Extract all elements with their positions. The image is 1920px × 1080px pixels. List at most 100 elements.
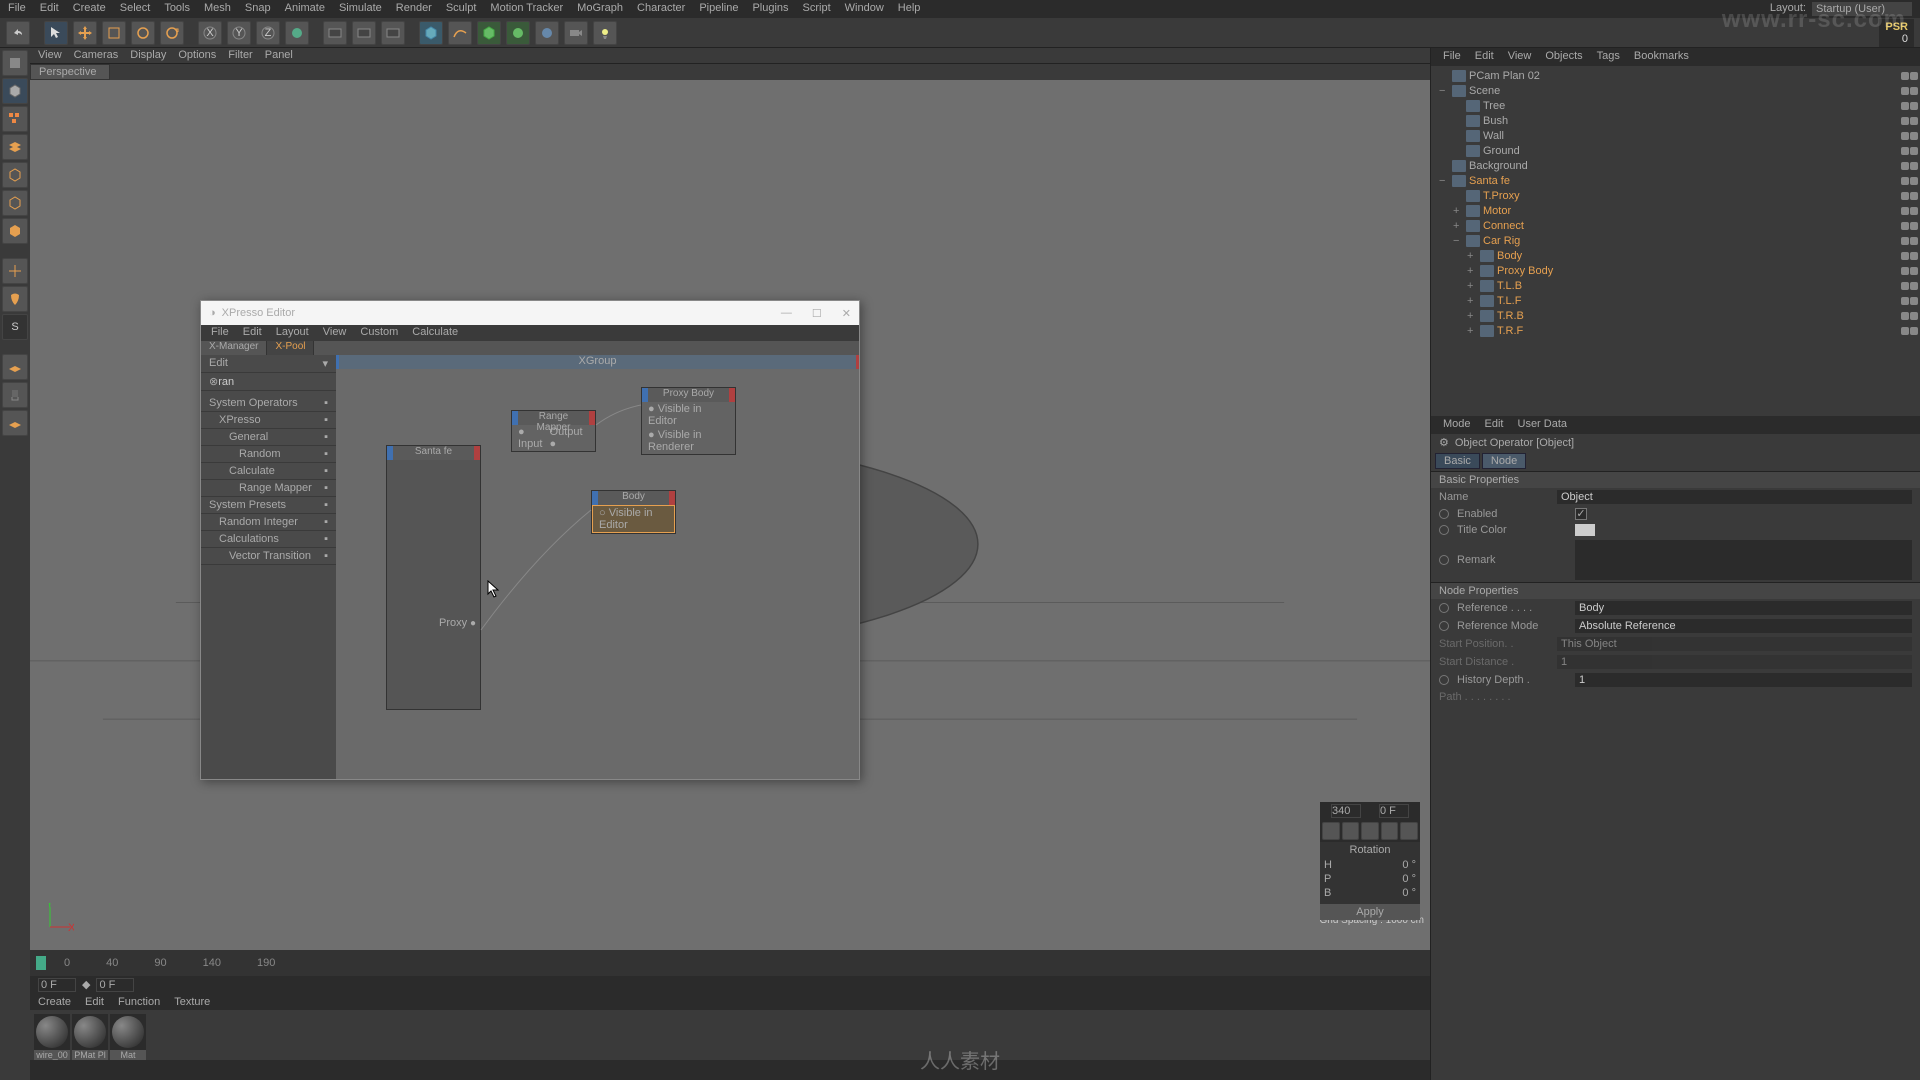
vp-cameras[interactable]: Cameras: [74, 49, 119, 62]
xpool-item[interactable]: Random Integer▪: [201, 514, 336, 531]
tree-row[interactable]: + T.L.F: [1433, 293, 1918, 308]
xp-calculate[interactable]: Calculate: [412, 326, 458, 340]
tree-row[interactable]: PCam Plan 02: [1433, 68, 1918, 83]
xpool-item[interactable]: General▪: [201, 429, 336, 446]
port-vis-editor-body[interactable]: ○ Visible in Editor: [599, 507, 668, 531]
spline-tool[interactable]: [448, 21, 472, 45]
tree-row[interactable]: +Connect: [1433, 218, 1918, 233]
deformer[interactable]: [506, 21, 530, 45]
om-view[interactable]: View: [1508, 50, 1532, 64]
planar-workplane[interactable]: [2, 382, 28, 408]
vis-dot[interactable]: [1910, 102, 1918, 110]
port-proxy[interactable]: Proxy ●: [439, 617, 476, 629]
tree-row[interactable]: +T.R.B: [1433, 308, 1918, 323]
xpool-item[interactable]: Calculate▪: [201, 463, 336, 480]
object-name[interactable]: Wall: [1483, 130, 1898, 142]
menu-snap[interactable]: Snap: [245, 2, 271, 16]
prop-radio[interactable]: [1439, 603, 1449, 613]
vis-dot[interactable]: [1910, 237, 1918, 245]
tree-row[interactable]: Wall: [1433, 128, 1918, 143]
menu-motiontracker[interactable]: Motion Tracker: [490, 2, 563, 16]
xpool-item[interactable]: Vector Transition▪: [201, 548, 336, 565]
remark-field[interactable]: [1575, 540, 1912, 580]
attr-userdata[interactable]: User Data: [1518, 418, 1568, 432]
viewport-tab[interactable]: Perspective: [30, 64, 110, 80]
tree-row[interactable]: −Santa fe: [1433, 173, 1918, 188]
expand-icon[interactable]: +: [1467, 295, 1477, 307]
edge-mode[interactable]: [2, 190, 28, 216]
dialog-titlebar[interactable]: ◑ XPresso Editor — ☐ ✕: [201, 301, 859, 325]
workplane-mode[interactable]: [2, 134, 28, 160]
vis-dot[interactable]: [1910, 222, 1918, 230]
snap-toggle[interactable]: S: [2, 314, 28, 340]
xpool-item[interactable]: System Presets▪: [201, 497, 336, 514]
playhead-icon[interactable]: [36, 956, 46, 970]
prop-radio[interactable]: [1439, 555, 1449, 565]
node-rangemapper[interactable]: Range Mapper ● InputOutput ●: [511, 410, 596, 452]
menu-script[interactable]: Script: [803, 2, 831, 16]
x-axis-lock[interactable]: X: [198, 21, 222, 45]
vis-dot[interactable]: [1901, 117, 1909, 125]
menu-edit[interactable]: Edit: [40, 2, 59, 16]
menu-animate[interactable]: Animate: [285, 2, 325, 16]
expand-icon[interactable]: −: [1439, 175, 1449, 187]
frame-current[interactable]: [38, 978, 76, 992]
xp-view[interactable]: View: [323, 326, 347, 340]
locked-workplane[interactable]: [2, 354, 28, 380]
object-name[interactable]: T.R.B: [1497, 310, 1898, 322]
object-name[interactable]: T.L.F: [1497, 295, 1898, 307]
render-settings[interactable]: [381, 21, 405, 45]
z-axis-lock[interactable]: Z: [256, 21, 280, 45]
tree-row[interactable]: +Proxy Body: [1433, 263, 1918, 278]
vis-dot[interactable]: [1901, 207, 1909, 215]
render-view[interactable]: [323, 21, 347, 45]
vis-dot[interactable]: [1910, 267, 1918, 275]
frame-end[interactable]: [1331, 804, 1361, 818]
object-name[interactable]: T.R.F: [1497, 325, 1898, 337]
make-editable[interactable]: [2, 50, 28, 76]
om-bookmarks[interactable]: Bookmarks: [1634, 50, 1689, 64]
rot-b-value[interactable]: 0 °: [1402, 887, 1416, 899]
xpool-item[interactable]: XPresso▪: [201, 412, 336, 429]
vis-dot[interactable]: [1901, 192, 1909, 200]
vis-dot[interactable]: [1910, 282, 1918, 290]
tab-basic[interactable]: Basic: [1435, 453, 1480, 469]
om-edit[interactable]: Edit: [1475, 50, 1494, 64]
om-objects[interactable]: Objects: [1545, 50, 1582, 64]
mat-edit[interactable]: Edit: [85, 996, 104, 1008]
om-tags[interactable]: Tags: [1597, 50, 1620, 64]
prop-radio[interactable]: [1439, 675, 1449, 685]
enabled-checkbox[interactable]: ✓: [1575, 508, 1587, 520]
vis-dot[interactable]: [1910, 327, 1918, 335]
vis-dot[interactable]: [1910, 117, 1918, 125]
attr-edit[interactable]: Edit: [1485, 418, 1504, 432]
axis-toggle[interactable]: [2, 258, 28, 284]
xpool-item[interactable]: Random▪: [201, 446, 336, 463]
y-axis-lock[interactable]: Y: [227, 21, 251, 45]
scale-tool[interactable]: [102, 21, 126, 45]
rot-h-value[interactable]: 0 °: [1402, 859, 1416, 871]
tree-row[interactable]: −Scene: [1433, 83, 1918, 98]
vis-dot[interactable]: [1901, 282, 1909, 290]
mat-texture[interactable]: Texture: [174, 996, 210, 1008]
coord-system[interactable]: [285, 21, 309, 45]
vis-dot[interactable]: [1901, 87, 1909, 95]
close-icon[interactable]: ✕: [842, 307, 851, 320]
vis-dot[interactable]: [1910, 297, 1918, 305]
tree-row[interactable]: +Body: [1433, 248, 1918, 263]
tree-row[interactable]: T.Proxy: [1433, 188, 1918, 203]
vis-dot[interactable]: [1910, 72, 1918, 80]
menu-file[interactable]: File: [8, 2, 26, 16]
menu-plugins[interactable]: Plugins: [752, 2, 788, 16]
vp-display[interactable]: Display: [130, 49, 166, 62]
object-name[interactable]: T.L.B: [1497, 280, 1898, 292]
vis-dot[interactable]: [1910, 207, 1918, 215]
menu-select[interactable]: Select: [120, 2, 151, 16]
menu-pipeline[interactable]: Pipeline: [699, 2, 738, 16]
tab-node[interactable]: Node: [1482, 453, 1526, 469]
rotate-tool[interactable]: [131, 21, 155, 45]
object-name[interactable]: Connect: [1483, 220, 1898, 232]
menu-help[interactable]: Help: [898, 2, 921, 16]
xpool-item[interactable]: System Operators▪: [201, 395, 336, 412]
node-proxybody[interactable]: Proxy Body ● Visible in Editor ● Visible…: [641, 387, 736, 455]
